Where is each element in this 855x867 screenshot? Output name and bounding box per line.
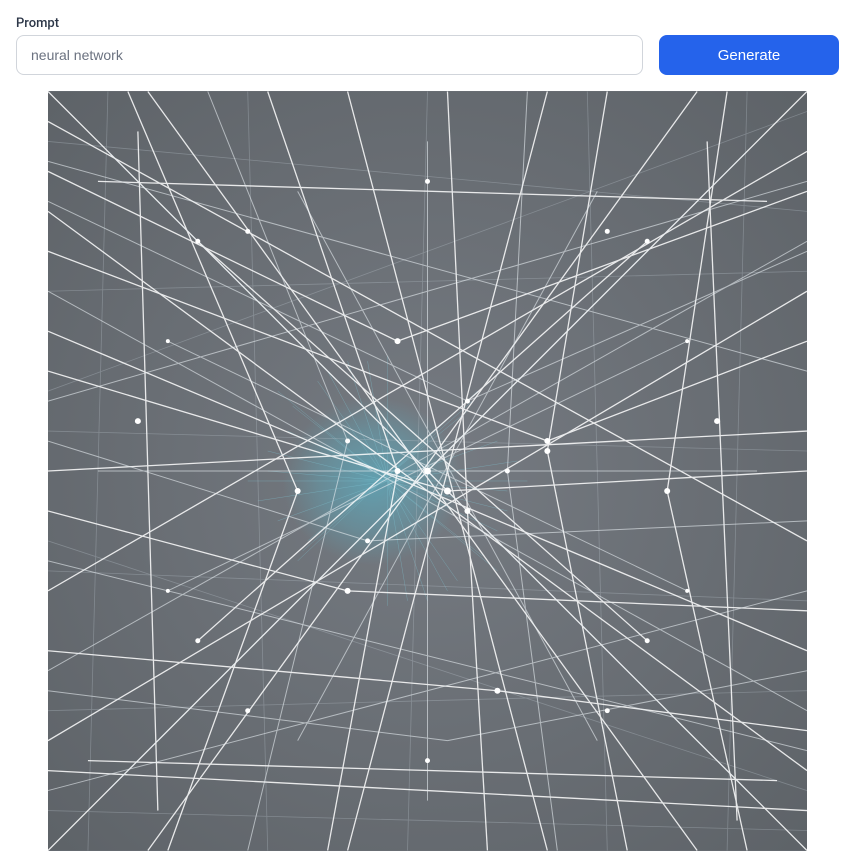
output-container	[16, 91, 839, 851]
controls-row: Generate	[16, 35, 839, 75]
prompt-label: Prompt	[16, 16, 839, 31]
prompt-input[interactable]	[16, 35, 643, 75]
generate-button[interactable]: Generate	[659, 35, 839, 75]
prompt-section: Prompt Generate	[16, 16, 839, 91]
generated-image	[48, 91, 807, 851]
